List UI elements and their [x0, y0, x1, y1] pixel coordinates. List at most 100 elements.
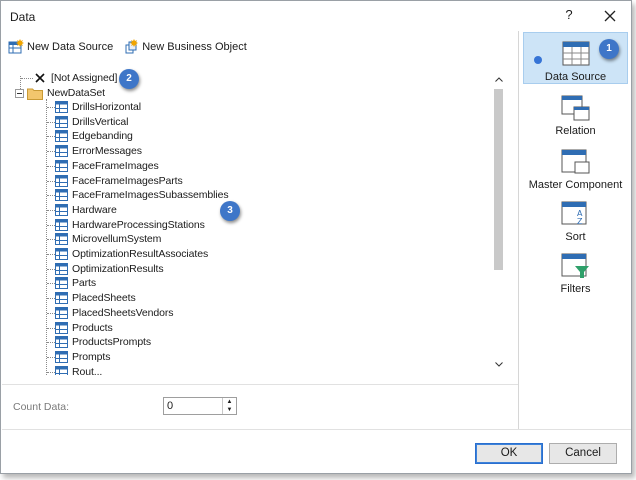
- tree-line: [47, 342, 55, 343]
- tree-item-table[interactable]: DrillsVertical: [55, 115, 128, 129]
- collapse-icon[interactable]: [15, 88, 24, 98]
- side-item-label: Relation: [555, 125, 596, 137]
- tree-line: [47, 357, 55, 358]
- tree-item-label: DrillsVertical: [72, 116, 129, 128]
- toolbar: New Data Source New Business Object: [8, 38, 257, 56]
- tree-item-table[interactable]: ProductsPrompts: [55, 335, 151, 349]
- title-bar: Data ?: [1, 1, 631, 31]
- callout-badge-3: 3: [220, 201, 240, 221]
- chevron-down-icon: [494, 362, 503, 367]
- tree-line: [47, 254, 55, 255]
- table-icon: [55, 101, 68, 113]
- ok-button[interactable]: OK: [475, 443, 543, 464]
- table-icon: [55, 277, 68, 289]
- filter-icon: [561, 253, 589, 278]
- tree-item-label: Parts: [72, 277, 97, 289]
- tree-item-table[interactable]: Edgebanding: [55, 129, 133, 143]
- tree-item-label: NewDataSet: [47, 87, 105, 99]
- table-icon: [55, 204, 68, 216]
- divider: [2, 429, 631, 430]
- new-business-object-button[interactable]: New Business Object: [123, 39, 247, 55]
- tree-item-table[interactable]: HardwareProcessingStations: [55, 218, 205, 232]
- tree-item-label: Prompts: [72, 351, 111, 363]
- table-icon: [55, 233, 68, 245]
- folder-icon: [27, 88, 43, 100]
- tree-line: [47, 107, 55, 108]
- tree-item-table[interactable]: Rout...: [55, 365, 102, 375]
- help-button[interactable]: ?: [562, 7, 576, 25]
- count-data-label: Count Data:: [13, 401, 70, 413]
- new-business-object-icon: [125, 39, 139, 54]
- tree-item-table[interactable]: MicrovellumSystem: [55, 232, 161, 246]
- tree-item-table[interactable]: PlacedSheetsVendors: [55, 306, 174, 320]
- tree-item-table[interactable]: Products: [55, 321, 113, 335]
- svg-text:Z: Z: [577, 217, 583, 226]
- table-icon: [55, 322, 68, 334]
- tree-item-not-assigned[interactable]: [Not Assigned]: [35, 71, 117, 85]
- tree-item-table[interactable]: ErrorMessages: [55, 144, 142, 158]
- cancel-button[interactable]: Cancel: [549, 443, 617, 464]
- tree-line: [47, 313, 55, 314]
- tree-item-table[interactable]: Parts: [55, 276, 96, 290]
- scroll-down-arrow[interactable]: [491, 357, 506, 372]
- tree-item-table[interactable]: FaceFrameImagesSubassemblies: [55, 188, 229, 202]
- count-data-spinner[interactable]: ▲ ▼: [222, 398, 236, 414]
- side-item-relation[interactable]: Relation: [523, 95, 628, 139]
- data-source-tree[interactable]: [Not Assigned] NewDataSet DrillsHorizont…: [7, 69, 511, 375]
- tree-item-table[interactable]: FaceFrameImages: [55, 159, 159, 173]
- spin-up-button[interactable]: ▲: [223, 398, 236, 406]
- selected-indicator: [534, 56, 542, 64]
- count-data-input[interactable]: 0 ▲ ▼: [163, 397, 237, 415]
- table-icon: [55, 336, 68, 348]
- tree-item-table[interactable]: OptimizationResults: [55, 262, 164, 276]
- tree-item-label: PlacedSheets: [72, 292, 136, 304]
- tree-line: [47, 372, 55, 373]
- tree-line: [47, 195, 55, 196]
- new-data-source-button[interactable]: New Data Source: [8, 39, 113, 55]
- spin-down-button[interactable]: ▼: [223, 406, 236, 414]
- tree-item-table[interactable]: Prompts: [55, 350, 111, 364]
- side-item-sort[interactable]: A Z Sort: [523, 201, 628, 245]
- sort-icon: A Z: [561, 201, 587, 226]
- tree-scrollbar[interactable]: [491, 72, 506, 372]
- tree-line: [47, 122, 55, 123]
- table-icon: [55, 292, 68, 304]
- tree-item-label: MicrovellumSystem: [72, 233, 162, 245]
- tree-item-label: [Not Assigned]: [51, 72, 118, 84]
- relation-icon: [561, 95, 590, 121]
- scroll-thumb[interactable]: [494, 89, 503, 270]
- tree-line: [47, 181, 55, 182]
- divider: [2, 384, 518, 385]
- scroll-up-arrow[interactable]: [491, 72, 506, 87]
- callout-badge-1: 1: [599, 39, 619, 59]
- table-icon: [55, 219, 68, 231]
- data-dialog: Data ? New Data Source New Business Obje…: [0, 0, 632, 474]
- side-item-filters[interactable]: Filters: [523, 253, 628, 297]
- side-item-master-component[interactable]: Master Component: [523, 149, 628, 193]
- tree-item-table[interactable]: Hardware: [55, 203, 117, 217]
- new-data-source-label: New Data Source: [27, 41, 114, 53]
- tree-item-table[interactable]: OptimizationResultAssociates: [55, 247, 208, 261]
- table-icon: [55, 175, 68, 187]
- master-component-icon: [561, 149, 590, 174]
- data-source-icon: [562, 41, 590, 66]
- side-item-label: Data Source: [544, 71, 607, 83]
- table-icon: [55, 116, 68, 128]
- tree-item-table[interactable]: FaceFrameImagesParts: [55, 174, 183, 188]
- tree-item-table[interactable]: PlacedSheets: [55, 291, 136, 305]
- callout-badge-2: 2: [119, 69, 139, 89]
- tree-item-label: OptimizationResults: [72, 263, 164, 275]
- table-icon: [55, 307, 68, 319]
- tree-item-label: HardwareProcessingStations: [72, 219, 205, 231]
- tree-line: [47, 328, 55, 329]
- tree-item-label: ErrorMessages: [72, 145, 142, 157]
- table-icon: [55, 263, 68, 275]
- tree-item-table[interactable]: DrillsHorizontal: [55, 100, 141, 114]
- tree-item-dataset[interactable]: NewDataSet: [15, 86, 105, 100]
- tree-line: [47, 283, 55, 284]
- close-button[interactable]: [601, 6, 619, 26]
- table-icon: [55, 160, 68, 172]
- dialog-title: Data: [10, 10, 36, 24]
- tree-item-label: DrillsHorizontal: [72, 101, 141, 113]
- side-item-label: Sort: [565, 231, 586, 243]
